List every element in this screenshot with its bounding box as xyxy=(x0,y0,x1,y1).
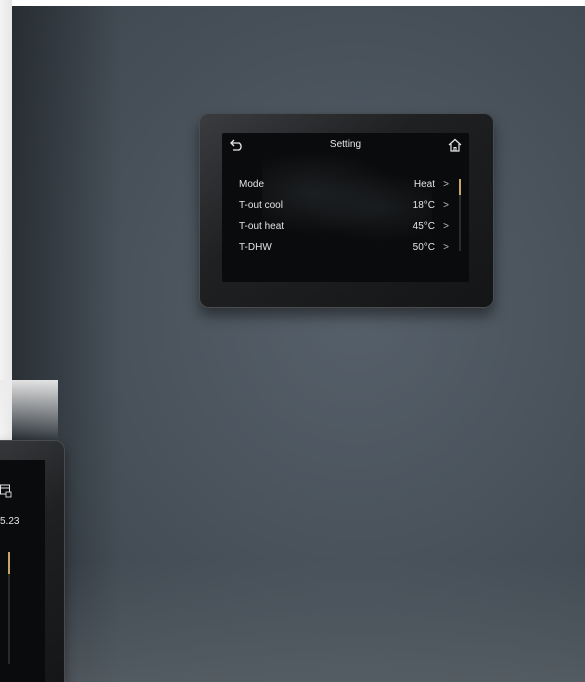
second-screen-value: 5.23 xyxy=(0,516,20,527)
row-value: Heat xyxy=(413,179,435,190)
scene: Setting Mode Heat > T-out cool 18°C > T-… xyxy=(0,0,585,682)
screen-header: Setting xyxy=(222,133,469,155)
row-label: T-DHW xyxy=(239,242,272,253)
chevron-right-icon: > xyxy=(443,200,449,211)
second-scrollbar-thumb[interactable] xyxy=(8,552,10,574)
scrollbar-thumb[interactable] xyxy=(459,179,461,195)
left-light-spill xyxy=(0,380,58,440)
settings-row-t-out-heat[interactable]: T-out heat 45°C > xyxy=(239,220,453,241)
chevron-right-icon: > xyxy=(443,242,449,253)
row-value: 50°C xyxy=(412,242,435,253)
home-icon[interactable] xyxy=(448,138,462,152)
screen-title: Setting xyxy=(329,139,362,150)
row-label: T-out cool xyxy=(239,200,283,211)
floor-glow xyxy=(12,560,585,682)
settings-row-t-out-cool[interactable]: T-out cool 18°C > xyxy=(239,199,453,220)
row-label: T-out heat xyxy=(239,221,285,232)
calendar-delete-icon[interactable] xyxy=(0,484,12,498)
controller-screen: Setting Mode Heat > T-out cool 18°C > T-… xyxy=(222,133,469,282)
row-label: Mode xyxy=(239,179,265,190)
settings-list: Mode Heat > T-out cool 18°C > T-out heat… xyxy=(239,178,453,262)
settings-row-t-dhw[interactable]: T-DHW 50°C > xyxy=(239,241,453,262)
settings-row-mode[interactable]: Mode Heat > xyxy=(239,178,453,199)
second-scrollbar-track[interactable] xyxy=(8,574,10,664)
row-value: 18°C xyxy=(412,200,435,211)
chevron-right-icon: > xyxy=(443,179,449,190)
chevron-right-icon: > xyxy=(443,221,449,232)
row-value: 45°C xyxy=(412,221,435,232)
